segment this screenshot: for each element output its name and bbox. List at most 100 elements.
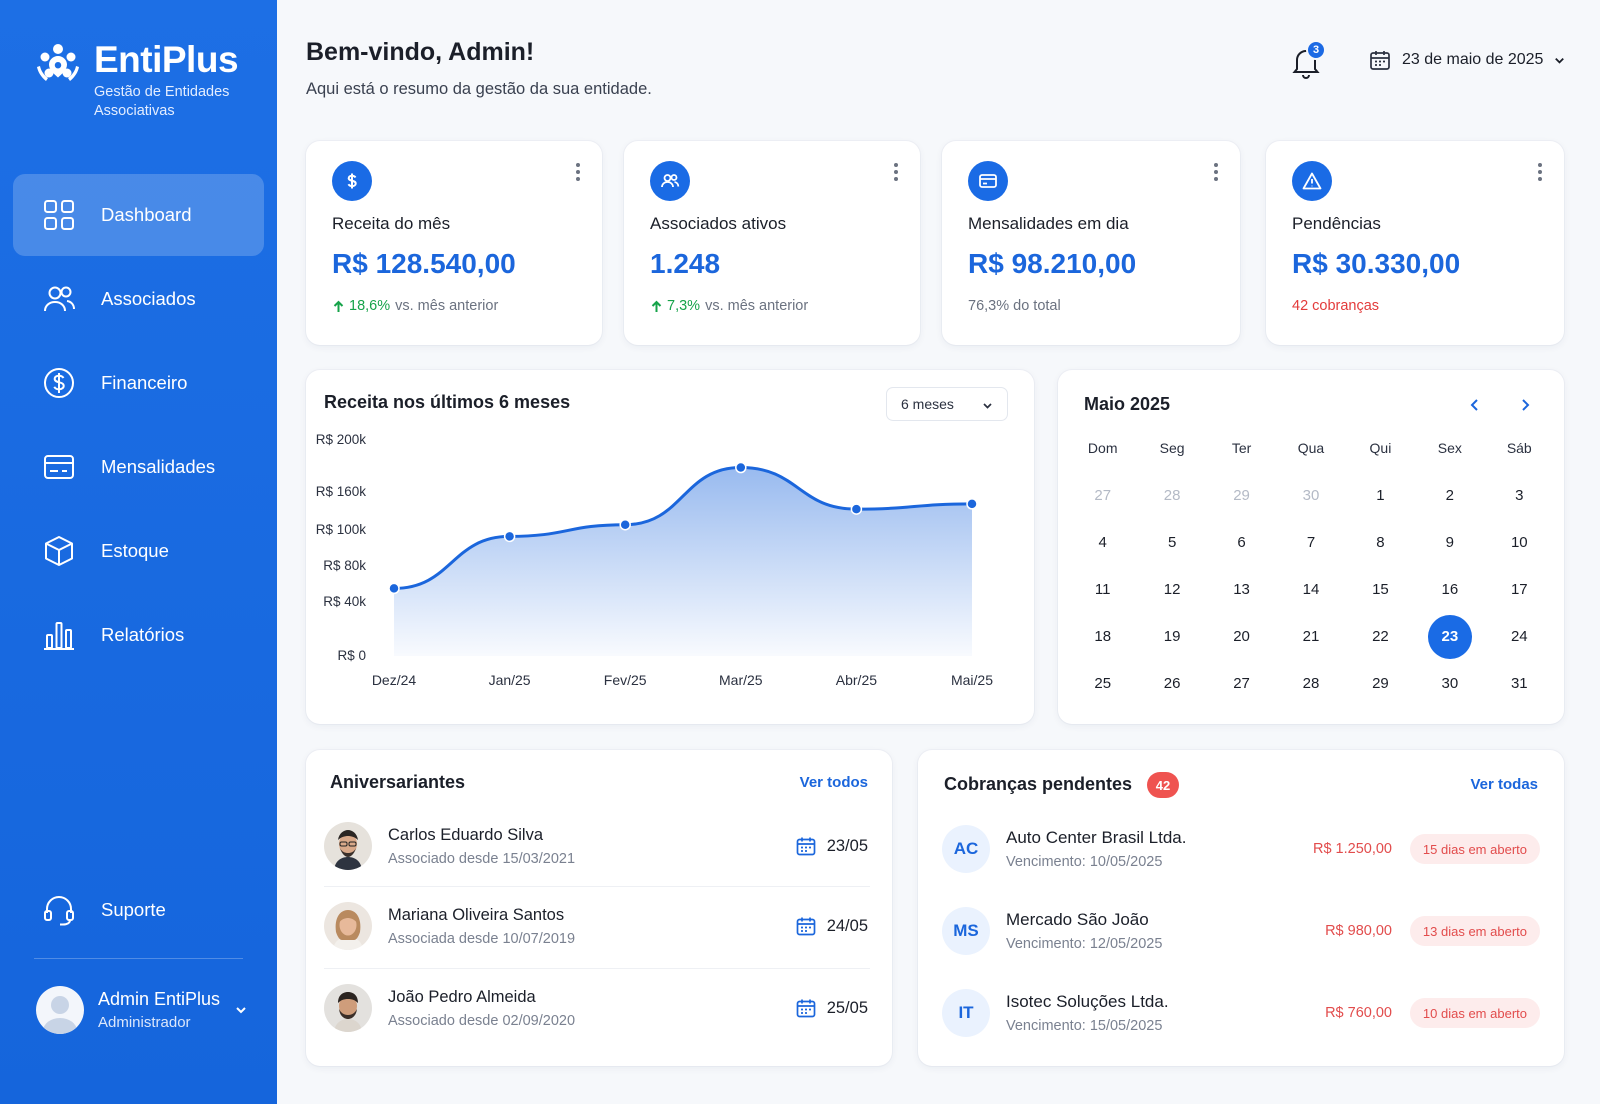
sidebar-item-dashboard[interactable]: Dashboard bbox=[13, 174, 264, 256]
day-number: 28 bbox=[1163, 487, 1181, 504]
calendar-day[interactable]: 2 bbox=[1415, 472, 1484, 519]
birthdays-title: Aniversariantes bbox=[330, 772, 466, 792]
calendar-day[interactable]: 27 bbox=[1207, 660, 1276, 707]
user-menu[interactable]: Admin EntiPlus Administrador bbox=[36, 986, 248, 1034]
calendar-day[interactable]: 28 bbox=[1137, 472, 1206, 519]
day-number: 27 bbox=[1233, 675, 1250, 692]
sidebar-item-mensalidades[interactable]: Mensalidades bbox=[13, 426, 264, 508]
list-item[interactable]: Mariana Oliveira Santos Associada desde … bbox=[324, 886, 868, 966]
calendar-day[interactable]: 4 bbox=[1068, 519, 1137, 566]
charges-count-badge: 42 bbox=[1147, 772, 1179, 798]
avatar bbox=[36, 986, 84, 1034]
sidebar-item-suporte[interactable]: Suporte bbox=[42, 893, 166, 927]
x-tick-label: Abr/25 bbox=[836, 672, 877, 688]
calendar-day[interactable]: 18 bbox=[1068, 613, 1137, 660]
calendar-day[interactable]: 11 bbox=[1068, 566, 1137, 613]
company-name: Isotec Soluções Ltda. bbox=[1006, 992, 1169, 1011]
more-vertical-icon[interactable] bbox=[1212, 161, 1220, 183]
view-all-birthdays-link[interactable]: Ver todos bbox=[800, 774, 868, 791]
calendar-next-button[interactable] bbox=[1514, 394, 1536, 416]
calendar-day[interactable]: 6 bbox=[1207, 519, 1276, 566]
page-subtitle: Aqui está o resumo da gestão da sua enti… bbox=[306, 80, 652, 98]
member-since: Associado desde 15/03/2021 bbox=[388, 850, 576, 867]
data-point[interactable] bbox=[966, 498, 978, 510]
calendar-day[interactable]: 31 bbox=[1485, 660, 1554, 707]
charge-row[interactable]: IT Isotec Soluções Ltda. Vencimento: 15/… bbox=[942, 978, 1540, 1048]
data-point[interactable] bbox=[619, 518, 631, 531]
calendar-day[interactable]: 14 bbox=[1276, 566, 1345, 613]
calendar-day[interactable]: 22 bbox=[1346, 613, 1415, 660]
calendar-day[interactable]: 1 bbox=[1346, 472, 1415, 519]
data-point[interactable] bbox=[503, 530, 516, 543]
kpi-value: R$ 30.330,00 bbox=[1292, 248, 1461, 279]
more-vertical-icon[interactable] bbox=[892, 161, 900, 183]
data-point[interactable] bbox=[388, 582, 400, 595]
list-item[interactable]: João Pedro Almeida Associado desde 02/09… bbox=[324, 968, 868, 1048]
member-photo bbox=[324, 984, 372, 1032]
calendar-day[interactable]: 28 bbox=[1276, 660, 1345, 707]
day-number: 26 bbox=[1163, 675, 1181, 692]
calendar-day[interactable]: 30 bbox=[1276, 472, 1345, 519]
sidebar-item-label: Dashboard bbox=[101, 204, 192, 225]
sidebar-item-financeiro[interactable]: Financeiro bbox=[13, 342, 264, 424]
calendar-prev-button[interactable] bbox=[1464, 394, 1486, 416]
list-item[interactable]: Carlos Eduardo Silva Associado desde 15/… bbox=[324, 806, 868, 886]
sidebar-item-label: Associados bbox=[101, 288, 196, 309]
calendar-day[interactable]: 29 bbox=[1346, 660, 1415, 707]
birthday-date-value: 23/05 bbox=[826, 836, 868, 855]
chevron-right-icon bbox=[1522, 399, 1530, 411]
dollar-icon bbox=[332, 161, 372, 201]
calendar-day[interactable]: 27 bbox=[1068, 472, 1137, 519]
calendar-day[interactable]: 25 bbox=[1068, 660, 1137, 707]
calendar-day[interactable]: 17 bbox=[1485, 566, 1554, 613]
day-number: 21 bbox=[1302, 628, 1320, 645]
y-tick-label: R$ 100k bbox=[316, 522, 367, 537]
sidebar-item-relatorios[interactable]: Relatórios bbox=[13, 594, 264, 676]
data-point[interactable] bbox=[850, 503, 863, 515]
calendar-day[interactable]: 30 bbox=[1415, 660, 1484, 707]
day-number: 25 bbox=[1094, 675, 1112, 692]
sidebar-item-associados[interactable]: Associados bbox=[13, 258, 264, 340]
calendar-day[interactable]: 21 bbox=[1276, 613, 1345, 660]
calendar-day[interactable]: 13 bbox=[1207, 566, 1276, 613]
kpi-label: Pendências bbox=[1292, 214, 1381, 233]
calendar-day[interactable]: 3 bbox=[1485, 472, 1554, 519]
sidebar-item-estoque[interactable]: Estoque bbox=[13, 510, 264, 592]
trend-caption: vs. mês anterior bbox=[705, 298, 809, 314]
calendar-day[interactable]: 15 bbox=[1346, 566, 1415, 613]
day-number: 30 bbox=[1302, 487, 1320, 504]
calendar-day[interactable]: 19 bbox=[1137, 613, 1206, 660]
day-number: 2 bbox=[1445, 487, 1455, 504]
day-number: 29 bbox=[1233, 487, 1250, 504]
birthday-date-value: 25/05 bbox=[826, 998, 868, 1017]
calendar-day[interactable]: 26 bbox=[1137, 660, 1206, 707]
status-badge: 10 dias em aberto bbox=[1409, 998, 1540, 1028]
more-vertical-icon[interactable] bbox=[1536, 161, 1544, 183]
calendar-day[interactable]: 7 bbox=[1276, 519, 1345, 566]
day-number: 31 bbox=[1510, 675, 1528, 692]
calendar-day[interactable]: 20 bbox=[1207, 613, 1276, 660]
day-number: 7 bbox=[1306, 534, 1316, 551]
charge-row[interactable]: AC Auto Center Brasil Ltda. Vencimento: … bbox=[942, 814, 1540, 884]
calendar-day[interactable]: 12 bbox=[1137, 566, 1206, 613]
day-number: 13 bbox=[1233, 581, 1250, 598]
calendar-day[interactable]: 8 bbox=[1346, 519, 1415, 566]
calendar-day[interactable]: 5 bbox=[1137, 519, 1206, 566]
more-vertical-icon[interactable] bbox=[574, 161, 582, 183]
data-point[interactable] bbox=[735, 461, 747, 474]
kpi-value: 1.248 bbox=[650, 248, 721, 279]
calendar-day-selected[interactable]: 23 bbox=[1415, 613, 1484, 660]
calendar-day[interactable]: 29 bbox=[1207, 472, 1276, 519]
calendar-day[interactable]: 9 bbox=[1415, 519, 1484, 566]
date-picker[interactable]: 23 de maio de 2025 bbox=[1368, 48, 1566, 72]
view-all-charges-link[interactable]: Ver todas bbox=[1470, 776, 1538, 793]
trend-up: 18,6% bbox=[332, 298, 390, 314]
calendar-day[interactable]: 24 bbox=[1485, 613, 1554, 660]
charge-row[interactable]: MS Mercado São João Vencimento: 12/05/20… bbox=[942, 896, 1540, 966]
calendar-day[interactable]: 16 bbox=[1415, 566, 1484, 613]
sidebar-item-label: Relatórios bbox=[101, 624, 185, 645]
brand[interactable]: EntiPlus Gestão de Entidades Associativa… bbox=[34, 38, 254, 121]
calendar-day[interactable]: 10 bbox=[1485, 519, 1554, 566]
warning-icon bbox=[1292, 161, 1332, 201]
due-date: Vencimento: 12/05/2025 bbox=[1006, 936, 1163, 952]
